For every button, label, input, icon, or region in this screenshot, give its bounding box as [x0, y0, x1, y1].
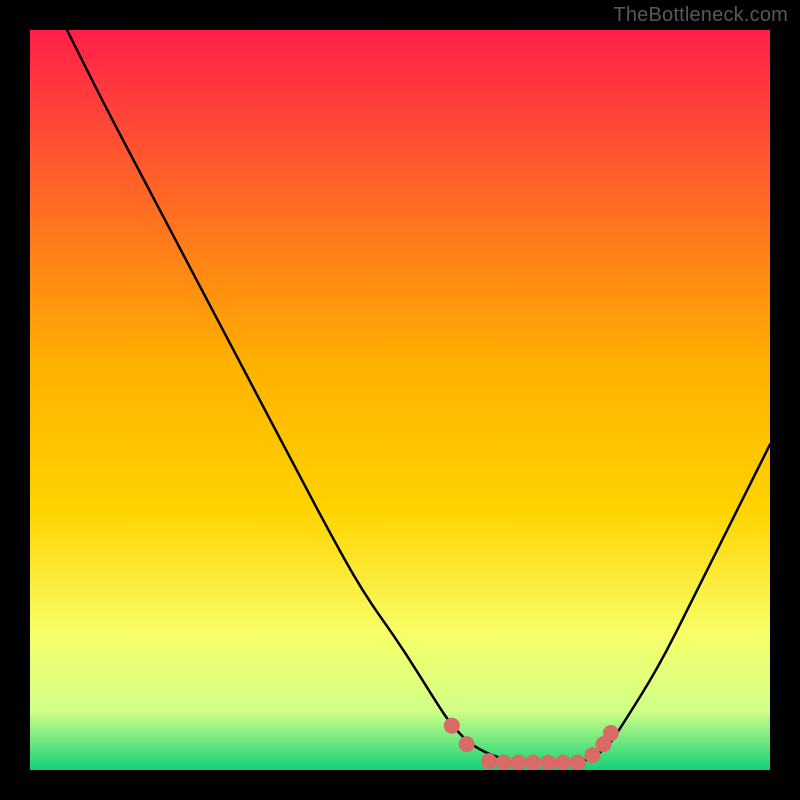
gradient-background: [30, 30, 770, 770]
optimum-marker: [555, 755, 571, 771]
optimum-marker: [603, 725, 619, 741]
optimum-marker: [525, 755, 541, 771]
bottleneck-chart: [0, 0, 800, 800]
watermark-text: TheBottleneck.com: [613, 4, 788, 27]
optimum-marker: [540, 755, 556, 771]
optimum-marker: [496, 755, 512, 771]
optimum-marker: [444, 718, 460, 734]
optimum-marker: [459, 736, 475, 752]
optimum-marker: [481, 753, 497, 769]
optimum-marker: [570, 755, 586, 771]
optimum-marker: [510, 755, 526, 771]
chart-container: TheBottleneck.com: [0, 0, 800, 800]
